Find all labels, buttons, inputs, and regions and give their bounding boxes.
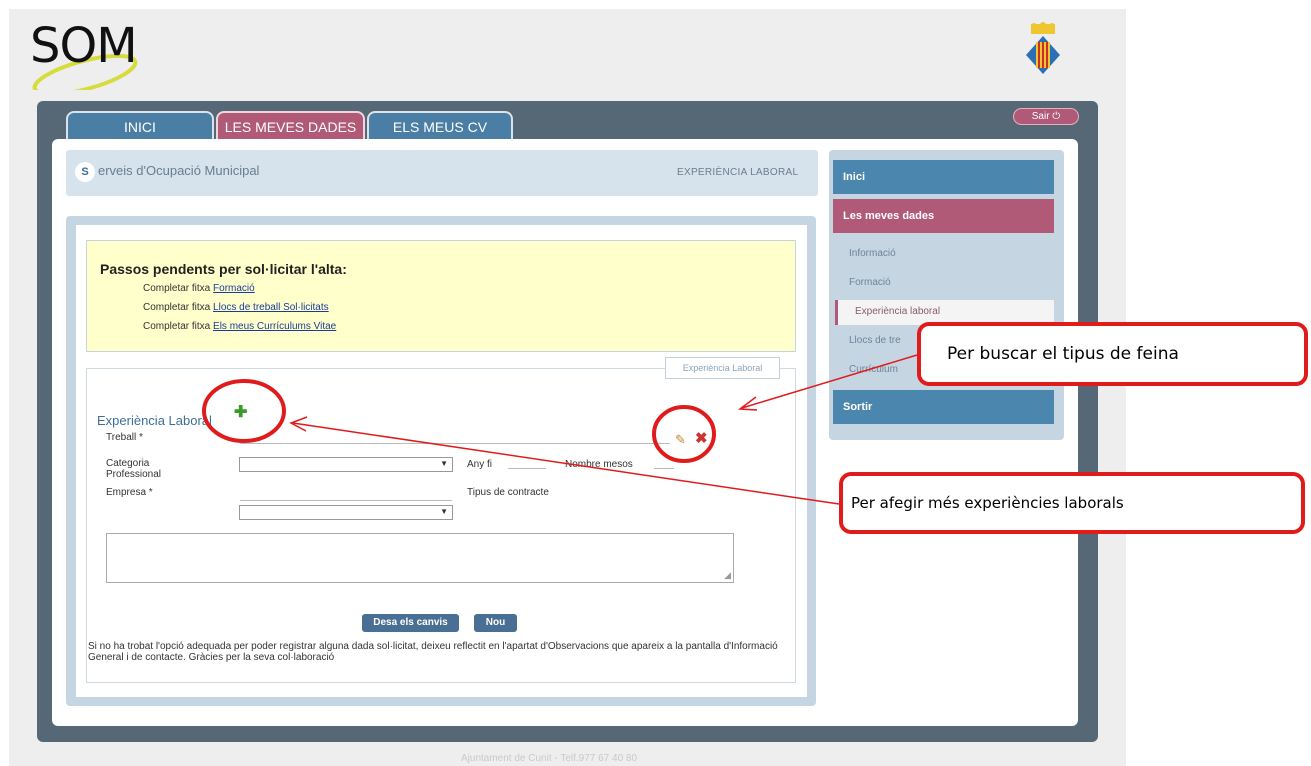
logout-button[interactable]: Sair ⏻ (1013, 108, 1079, 125)
sidebar-item-sortir[interactable]: Sortir (833, 390, 1054, 424)
resize-grip-icon[interactable]: ◢ (724, 570, 731, 581)
pending-step: Completar fitxa Formació (143, 283, 255, 294)
som-logo[interactable]: SOM (30, 20, 155, 90)
pending-step: Completar fitxa Llocs de treball Sol·lic… (143, 302, 329, 313)
section-title: EXPERIÈNCIA LABORAL (677, 167, 799, 178)
pencil-icon[interactable]: ✎ (675, 432, 686, 448)
callout-buscar: Per buscar el tipus de feina (917, 322, 1308, 386)
any-fi-field[interactable] (508, 468, 546, 469)
pending-steps-title: Passos pendents per sol·licitar l'alta: (100, 261, 347, 277)
treball-label: Treball * (106, 432, 143, 443)
callout-afegir: Per afegir més experiències laborals (839, 472, 1305, 534)
municipal-crest-icon (1022, 22, 1066, 82)
save-changes-button[interactable]: Desa els canvis (362, 614, 459, 632)
page-title: erveis d'Ocupació Municipal (98, 163, 260, 178)
pending-step: Completar fitxa Els meus Currículums Vit… (143, 321, 337, 332)
nombre-mesos-field[interactable] (654, 468, 674, 469)
empresa-label: Empresa * (106, 487, 153, 498)
tipus-contracte-select[interactable]: ▼ (239, 505, 453, 520)
logo-text: SOM (30, 18, 138, 74)
page: SOM INICI LES MEVES DADES ELS MEUS CV Sa… (0, 0, 1311, 766)
help-note: Si no ha trobat l'opció adequada per pod… (88, 641, 778, 663)
tab-els-meus-cv[interactable]: ELS MEUS CV (367, 111, 513, 140)
tab-inici[interactable]: INICI (66, 111, 214, 140)
sidebar-item-formacio[interactable]: Formació (849, 277, 891, 288)
treball-field[interactable] (240, 443, 670, 444)
sidebar-item-curriculums[interactable]: Currículum (849, 364, 898, 375)
footer-text: Ajuntament de Cunit - Telf.977 67 40 80 (461, 753, 638, 764)
tipus-contracte-label: Tipus de contracte (467, 487, 549, 498)
pending-steps-box (86, 240, 796, 352)
link-llocs-treball[interactable]: Llocs de treball Sol·licitats (213, 302, 329, 313)
link-curriculums[interactable]: Els meus Currículums Vitae (213, 321, 336, 332)
chevron-down-icon: ▼ (440, 507, 448, 516)
services-badge: S (75, 162, 95, 182)
chevron-down-icon: ▼ (440, 459, 448, 468)
empresa-field[interactable] (240, 500, 452, 501)
observations-textarea[interactable]: ◢ (106, 533, 734, 583)
sidebar-item-experiencia[interactable]: Experiència laboral (855, 306, 940, 317)
experience-section-title: Experiència Laboral (97, 413, 212, 428)
add-experience-icon[interactable]: ✚ (234, 405, 248, 421)
tab-les-meves-dades[interactable]: LES MEVES DADES (216, 111, 365, 140)
categoria-select[interactable]: ▼ (239, 457, 453, 472)
link-formacio[interactable]: Formació (213, 283, 255, 294)
sidebar-item-inici[interactable]: Inici (833, 160, 1054, 194)
nombre-mesos-label: Nombre mesos (565, 459, 633, 470)
delete-icon[interactable]: ✖ (695, 429, 708, 447)
sidebar-item-llocs-treball[interactable]: Llocs de tre (849, 335, 901, 346)
categoria-label: Categoria Professional (106, 458, 162, 480)
sidebar-item-les-meves-dades[interactable]: Les meves dades (833, 199, 1054, 233)
sidebar-item-informacio[interactable]: Informació (849, 248, 896, 259)
any-fi-label: Any fi (467, 459, 493, 470)
new-button[interactable]: Nou (474, 614, 517, 632)
fieldset-legend: Experiència Laboral (665, 357, 780, 379)
